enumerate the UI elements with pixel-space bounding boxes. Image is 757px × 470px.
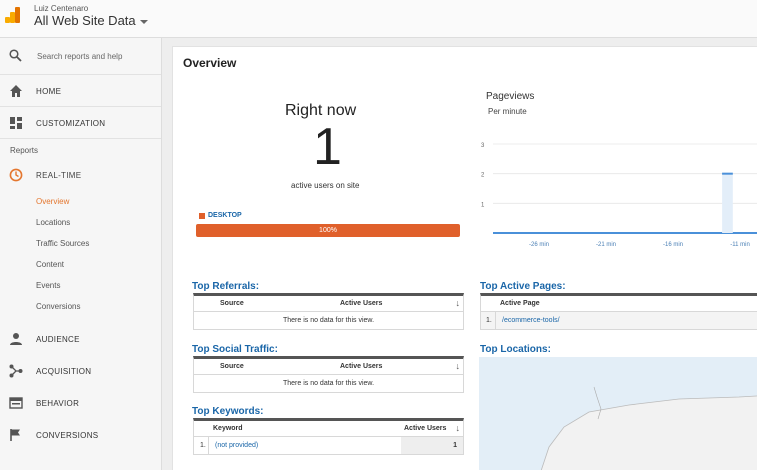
keyword-users: 1 bbox=[453, 442, 457, 449]
x-tick-label: -11 min bbox=[730, 242, 750, 248]
property-selector[interactable]: All Web Site Data bbox=[34, 13, 148, 28]
table-row: 1. (not provided) 1 bbox=[194, 437, 463, 454]
nav-realtime-traffic-sources[interactable]: Traffic Sources bbox=[0, 233, 161, 254]
locations-map[interactable] bbox=[479, 357, 757, 470]
page-title: Overview bbox=[183, 56, 237, 70]
nav-home-label[interactable]: HOME bbox=[36, 87, 61, 96]
caret-down-icon[interactable] bbox=[139, 19, 148, 24]
col-active-users[interactable]: Active Users bbox=[340, 300, 382, 307]
table-row: 1. /ecommerce-tools/ bbox=[481, 312, 757, 329]
table-empty-row: There is no data for this view. bbox=[282, 380, 375, 387]
home-icon bbox=[10, 85, 22, 97]
nav-customization-label[interactable]: CUSTOMIZATION bbox=[36, 119, 105, 128]
search-bar[interactable]: Search reports and help bbox=[0, 38, 161, 75]
account-user-name: Luiz Centenaro bbox=[34, 4, 89, 13]
row-rank: 1. bbox=[200, 442, 206, 449]
nav-realtime-label[interactable]: REAL-TIME bbox=[36, 171, 81, 180]
person-icon bbox=[10, 333, 22, 345]
nav-audience-label[interactable]: AUDIENCE bbox=[36, 335, 80, 344]
table-header: Keyword Active Users ↓ bbox=[194, 421, 463, 437]
nav-acquisition[interactable]: ACQUISITION bbox=[0, 355, 161, 387]
top-keywords-title[interactable]: Top Keywords: bbox=[192, 406, 263, 417]
clock-icon bbox=[9, 168, 23, 182]
nav-realtime-overview[interactable]: Overview bbox=[0, 191, 161, 212]
property-name[interactable]: All Web Site Data bbox=[34, 13, 136, 28]
nav-customization[interactable]: CUSTOMIZATION bbox=[0, 107, 161, 139]
table-empty-row: There is no data for this view. bbox=[282, 317, 375, 324]
keyword-link[interactable]: (not provided) bbox=[215, 437, 258, 454]
x-tick-label: -26 min bbox=[529, 242, 549, 248]
nav-realtime-conversions[interactable]: Conversions bbox=[0, 296, 161, 317]
sort-down-icon[interactable]: ↓ bbox=[456, 423, 461, 433]
y-tick-label: 1 bbox=[481, 202, 485, 208]
top-referrals-title[interactable]: Top Referrals: bbox=[192, 281, 259, 292]
search-icon bbox=[9, 49, 22, 62]
active-users-label: active users on site bbox=[291, 181, 360, 190]
desktop-percent-bar: 100% bbox=[196, 224, 460, 237]
table-header: Source Active Users ↓ bbox=[194, 359, 463, 375]
top-pages-title[interactable]: Top Active Pages: bbox=[480, 281, 566, 292]
top-pages-table: Active Page 1. /ecommerce-tools/ bbox=[480, 293, 757, 330]
col-active-users[interactable]: Active Users bbox=[340, 363, 382, 370]
nav-realtime-content[interactable]: Content bbox=[0, 254, 161, 275]
pageviews-subtitle: Per minute bbox=[488, 107, 527, 116]
active-users-count: 1 bbox=[313, 118, 342, 176]
col-active-page[interactable]: Active Page bbox=[500, 300, 540, 307]
sort-down-icon[interactable]: ↓ bbox=[456, 361, 461, 371]
nav-realtime[interactable]: REAL-TIME bbox=[0, 159, 161, 191]
nav-audience[interactable]: AUDIENCE bbox=[0, 323, 161, 355]
nav-conversions[interactable]: CONVERSIONS bbox=[0, 419, 161, 451]
sidebar: Search reports and help HOME CUSTOMIZATI… bbox=[0, 38, 162, 470]
desktop-legend-swatch bbox=[199, 213, 205, 219]
map-land-shape bbox=[540, 386, 757, 470]
nav-behavior[interactable]: BEHAVIOR bbox=[0, 387, 161, 419]
pageviews-bar bbox=[722, 173, 733, 233]
y-tick-label: 3 bbox=[481, 143, 485, 149]
sort-down-icon[interactable]: ↓ bbox=[456, 298, 461, 308]
top-social-table: Source Active Users ↓ There is no data f… bbox=[193, 356, 464, 393]
top-referrals-table: Source Active Users ↓ There is no data f… bbox=[193, 293, 464, 330]
analytics-logo-icon[interactable] bbox=[5, 7, 21, 23]
desktop-legend-label: DESKTOP bbox=[208, 212, 242, 219]
overview-panel: Overview Right now 1 active users on sit… bbox=[172, 46, 757, 470]
pageviews-title: Pageviews bbox=[486, 91, 535, 102]
top-keywords-table: Keyword Active Users ↓ 1. (not provided)… bbox=[193, 418, 464, 455]
col-source[interactable]: Source bbox=[220, 300, 244, 307]
col-keyword[interactable]: Keyword bbox=[213, 425, 243, 432]
col-source[interactable]: Source bbox=[220, 363, 244, 370]
table-header: Source Active Users ↓ bbox=[194, 296, 463, 312]
search-placeholder[interactable]: Search reports and help bbox=[37, 52, 122, 61]
nav-conversions-label[interactable]: CONVERSIONS bbox=[36, 431, 98, 440]
col-active-users[interactable]: Active Users bbox=[404, 425, 446, 432]
nav-home[interactable]: HOME bbox=[0, 75, 161, 107]
x-tick-label: -16 min bbox=[663, 242, 683, 248]
top-header: Luiz Centenaro All Web Site Data bbox=[0, 0, 757, 38]
nav-behavior-label[interactable]: BEHAVIOR bbox=[36, 399, 79, 408]
reports-heading: Reports bbox=[10, 146, 39, 155]
flag-icon bbox=[10, 429, 20, 441]
table-header: Active Page bbox=[481, 296, 757, 312]
y-tick-label: 2 bbox=[481, 173, 485, 179]
x-tick-label: -21 min bbox=[596, 242, 616, 248]
pageviews-chart: 1 2 3 -26 min -21 min -16 min -11 min bbox=[481, 143, 757, 248]
acquisition-icon bbox=[9, 364, 23, 378]
nav-acquisition-label[interactable]: ACQUISITION bbox=[36, 367, 91, 376]
dashboard-grid-icon bbox=[10, 117, 22, 129]
row-rank: 1. bbox=[486, 317, 492, 324]
nav-realtime-events[interactable]: Events bbox=[0, 275, 161, 296]
behavior-window-icon bbox=[9, 397, 23, 409]
top-social-title[interactable]: Top Social Traffic: bbox=[192, 344, 278, 355]
page-link[interactable]: /ecommerce-tools/ bbox=[502, 312, 560, 329]
nav-realtime-locations[interactable]: Locations bbox=[0, 212, 161, 233]
top-locations-title[interactable]: Top Locations: bbox=[480, 344, 551, 355]
